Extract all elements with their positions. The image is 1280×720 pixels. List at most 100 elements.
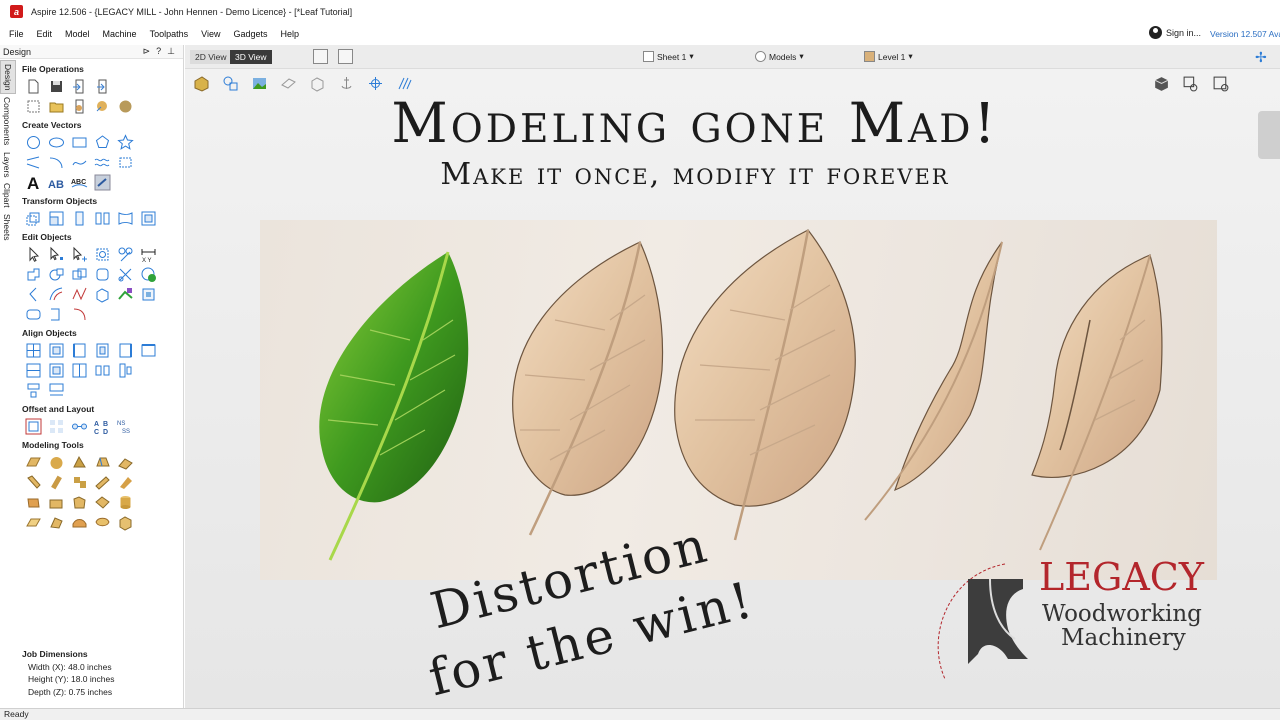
import-model-icon[interactable] [71, 98, 88, 115]
draw-polyline-icon[interactable] [25, 154, 42, 171]
center-in-page-icon[interactable] [25, 362, 42, 379]
draw-star-icon[interactable] [117, 133, 134, 151]
nesting-icon[interactable]: ABCD [94, 418, 111, 436]
split-view-button[interactable] [338, 49, 353, 64]
job-setup-icon[interactable] [25, 98, 42, 115]
distort-model-icon[interactable] [71, 514, 88, 531]
vtab-sheets[interactable]: Sheets [0, 211, 14, 243]
vtab-design[interactable]: Design [0, 60, 16, 95]
component-merge-icon[interactable] [48, 494, 65, 511]
slice-icon[interactable] [94, 494, 111, 511]
menu-help[interactable]: Help [281, 29, 300, 39]
show-box-icon[interactable] [309, 75, 326, 92]
version-link[interactable]: Version 12.507 Avai [1210, 29, 1280, 39]
offset-curve-icon[interactable] [48, 286, 65, 303]
mirror-icon[interactable] [94, 210, 111, 227]
level-dropdown[interactable]: Level 1 ▾ [864, 51, 913, 62]
interactive-select-icon[interactable] [94, 246, 111, 263]
angle-icon[interactable] [48, 514, 65, 531]
circular-array-icon[interactable] [71, 418, 88, 435]
center-icon[interactable] [140, 210, 157, 227]
sculpt-icon[interactable] [25, 474, 42, 491]
join-open-icon[interactable] [48, 306, 65, 323]
draw-rectangle-icon[interactable] [71, 134, 88, 151]
rotate-icon[interactable] [71, 210, 88, 227]
3d-canvas[interactable]: Modeling gone Mad! Make it once, modify … [185, 69, 1280, 708]
align-top-icon[interactable] [117, 342, 134, 359]
menu-model[interactable]: Model [65, 29, 90, 39]
show-vectors-icon[interactable] [222, 75, 239, 92]
align-middle-icon[interactable] [48, 342, 65, 359]
help-icon[interactable]: ? [156, 46, 161, 57]
toolpaths-side-tab[interactable] [1258, 111, 1280, 159]
validate-icon[interactable] [140, 266, 157, 283]
align-bottom-icon[interactable] [140, 342, 157, 359]
tile-icon[interactable] [117, 286, 134, 303]
target-icon[interactable] [367, 75, 384, 92]
menu-gadgets[interactable]: Gadgets [233, 29, 267, 39]
fade-icon[interactable] [94, 474, 111, 491]
smooth-tool-icon[interactable] [48, 474, 65, 491]
join-close-icon[interactable] [71, 306, 88, 323]
snap-crosshair-icon[interactable]: ✢ [1255, 49, 1267, 66]
intersect-icon[interactable] [71, 266, 88, 283]
move-icon[interactable] [25, 210, 42, 227]
menu-view[interactable]: View [201, 29, 220, 39]
tab-2d-view[interactable]: 2D View [190, 50, 232, 64]
menu-toolpaths[interactable]: Toolpaths [150, 29, 189, 39]
draw-arc-icon[interactable] [48, 154, 65, 171]
create-flat-icon[interactable] [25, 514, 42, 531]
sign-in-button[interactable]: Sign in... [1149, 26, 1201, 39]
align-right-icon[interactable] [94, 342, 111, 359]
texture-icon[interactable] [117, 474, 134, 491]
draw-cube-icon[interactable] [94, 286, 111, 303]
toolpath-icon[interactable] [396, 75, 413, 92]
align-horizontal-icon[interactable] [48, 362, 65, 379]
component-create-icon[interactable] [25, 494, 42, 511]
vtab-layers[interactable]: Layers [0, 149, 14, 181]
anchor-icon[interactable] [338, 75, 355, 92]
cylinder-icon[interactable] [117, 494, 134, 511]
vtab-clipart[interactable]: Clipart [0, 180, 14, 211]
align-center-icon[interactable] [25, 342, 42, 359]
pin-icon[interactable]: ⊥ [167, 46, 175, 57]
box-icon[interactable] [117, 514, 134, 531]
import-component-icon[interactable] [94, 98, 111, 115]
transform-mode-icon[interactable] [71, 246, 88, 263]
import-bitmap-icon[interactable] [94, 78, 111, 95]
menu-file[interactable]: File [9, 29, 24, 39]
menu-edit[interactable]: Edit [37, 29, 53, 39]
align-top-edge-icon[interactable] [25, 382, 42, 399]
extrude-icon[interactable] [94, 454, 111, 471]
draw-wave-icon[interactable] [94, 154, 111, 171]
measure-icon[interactable]: X Y [140, 246, 157, 264]
draw-polygon-icon[interactable] [94, 134, 111, 151]
draw-curve-icon[interactable] [71, 154, 88, 171]
vtab-components[interactable]: Components [0, 94, 14, 148]
text-tool-icon[interactable]: A [25, 174, 42, 193]
smooth-icon[interactable] [71, 286, 88, 303]
image-tool-icon[interactable] [140, 286, 157, 303]
new-file-icon[interactable] [25, 78, 42, 95]
cut-scissors-icon[interactable] [117, 266, 134, 283]
draw-dimension-icon[interactable] [117, 154, 134, 171]
zoom-extents-icon[interactable] [1212, 75, 1230, 93]
open-file-icon[interactable] [48, 98, 65, 115]
bend-icon[interactable] [25, 286, 42, 303]
align-bottom-edge-icon[interactable] [48, 382, 65, 399]
node-edit-icon[interactable] [48, 246, 65, 263]
array-copy-icon[interactable] [48, 418, 65, 435]
trim-icon[interactable] [117, 246, 134, 263]
space-horizontal-icon[interactable] [94, 362, 111, 379]
draw-circle-icon[interactable] [25, 134, 42, 151]
single-view-button[interactable] [313, 49, 328, 64]
show-material-icon[interactable] [280, 75, 297, 92]
align-vertical-icon[interactable] [71, 362, 88, 379]
sweep-icon[interactable] [117, 454, 134, 471]
label-layout-icon[interactable]: NS SS [117, 418, 134, 435]
dome-icon[interactable] [48, 454, 65, 471]
fillet-icon[interactable] [94, 266, 111, 283]
menu-machine[interactable]: Machine [103, 29, 137, 39]
space-vertical-icon[interactable] [117, 362, 134, 379]
shaded-view-icon[interactable] [193, 75, 210, 92]
